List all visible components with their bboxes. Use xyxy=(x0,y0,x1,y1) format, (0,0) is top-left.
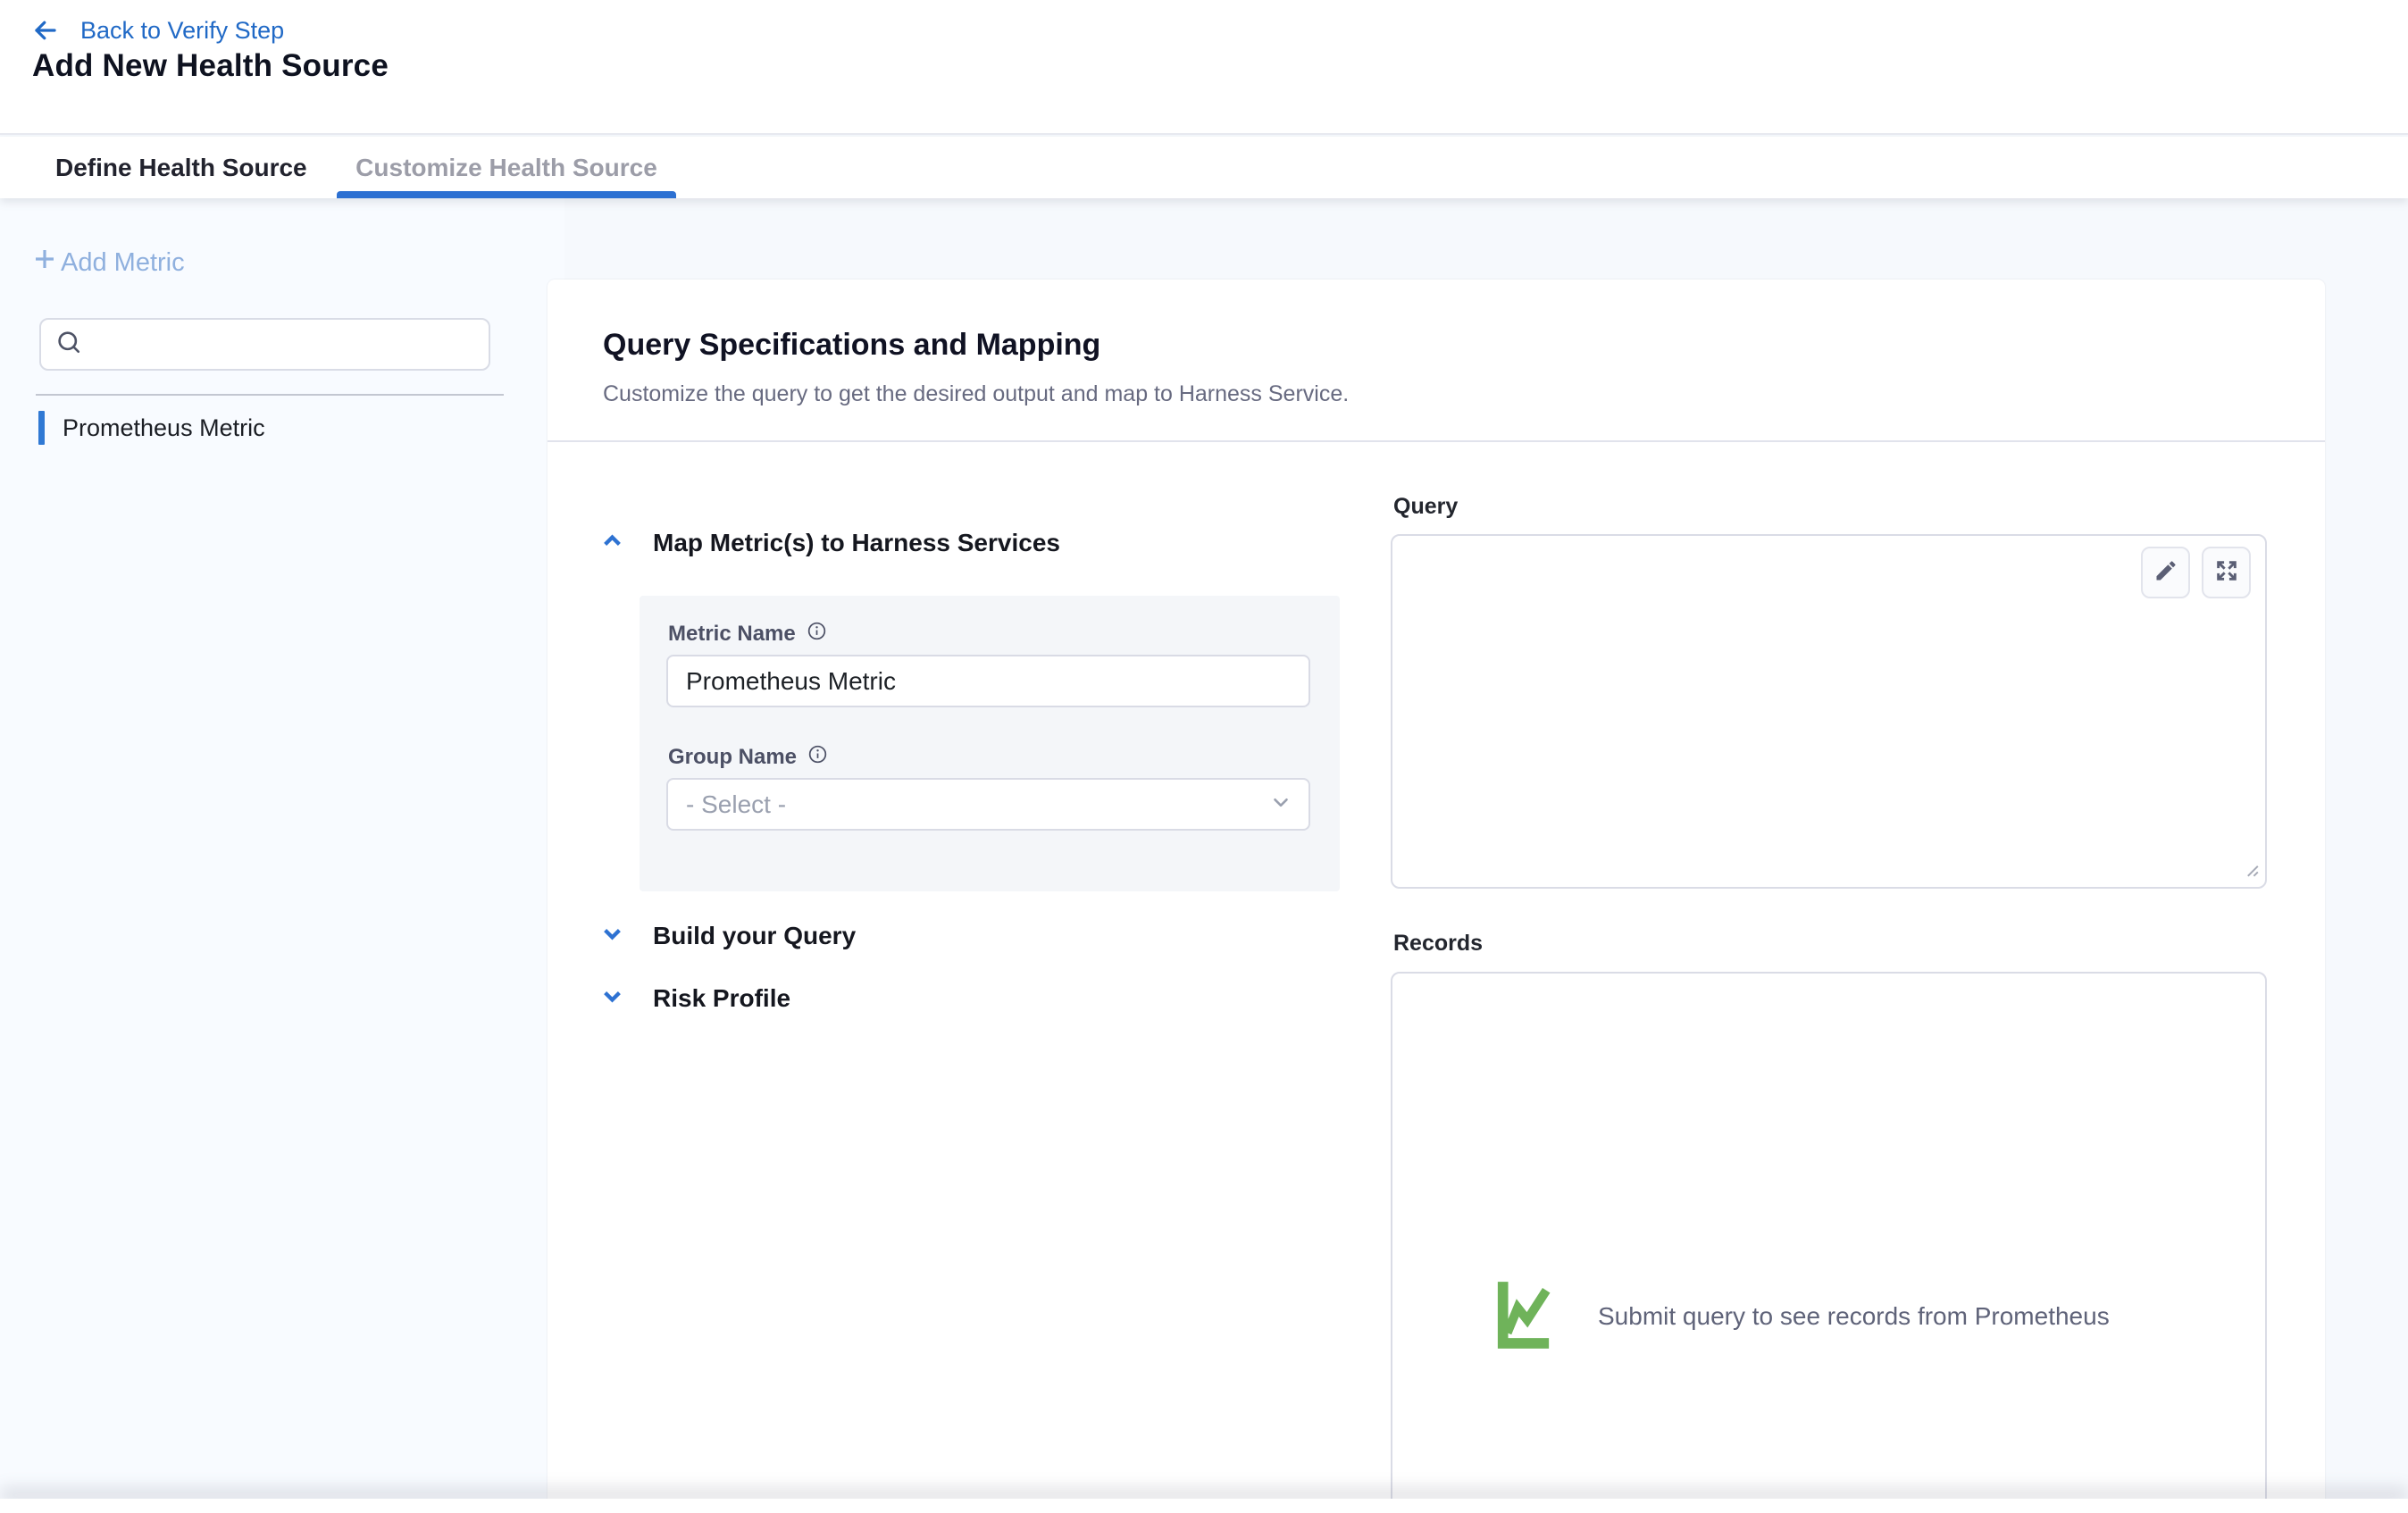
metric-name-label-text: Metric Name xyxy=(668,622,796,647)
chevron-down-icon xyxy=(600,984,624,1013)
fullscreen-arrows-icon xyxy=(2214,558,2239,588)
sidebar-divider xyxy=(36,394,504,396)
section-risk-profile[interactable]: Risk Profile xyxy=(600,983,790,1014)
line-chart-icon xyxy=(1494,1277,1553,1355)
section-map-metrics[interactable]: Map Metric(s) to Harness Services xyxy=(600,528,1060,558)
card-title: Query Specifications and Mapping xyxy=(603,328,1100,363)
section-build-query-label: Build your Query xyxy=(653,922,856,950)
metric-list-item[interactable]: Prometheus Metric xyxy=(38,411,265,445)
section-build-query[interactable]: Build your Query xyxy=(600,921,856,951)
bottom-bar xyxy=(0,1499,2408,1513)
group-name-label: Group Name xyxy=(668,744,828,771)
records-empty-state: Submit query to see records from Prometh… xyxy=(1494,1277,2110,1355)
edit-query-button[interactable] xyxy=(2141,547,2190,598)
group-name-label-text: Group Name xyxy=(668,745,797,770)
arrow-left-icon xyxy=(32,17,59,44)
chevron-down-icon xyxy=(600,922,624,950)
info-icon xyxy=(807,621,827,648)
content-area: Add Metric Prometheus Metric Query Speci… xyxy=(0,198,2408,1513)
group-name-select[interactable]: - Select - xyxy=(666,778,1310,831)
tab-customize-health-source[interactable]: Customize Health Source xyxy=(337,137,676,198)
metric-name-input[interactable] xyxy=(666,655,1310,707)
back-link-label: Back to Verify Step xyxy=(80,17,284,45)
metric-name-label: Metric Name xyxy=(668,621,827,648)
add-metric-button[interactable]: Add Metric xyxy=(32,247,185,279)
expand-query-button[interactable] xyxy=(2202,547,2251,598)
chevron-down-icon xyxy=(1269,790,1292,818)
page-title: Add New Health Source xyxy=(32,48,389,84)
query-textarea[interactable] xyxy=(1391,534,2267,889)
active-tab-underline xyxy=(337,191,676,198)
app-header: Back to Verify Step Add New Health Sourc… xyxy=(0,0,2408,135)
records-panel: Submit query to see records from Prometh… xyxy=(1391,972,2267,1513)
card-header-divider xyxy=(548,440,2325,442)
main-card: Query Specifications and Mapping Customi… xyxy=(548,280,2325,1513)
records-empty-text: Submit query to see records from Prometh… xyxy=(1598,1302,2110,1331)
metric-mapping-panel: Metric Name Group Name - Select - xyxy=(640,596,1340,891)
screen: Back to Verify Step Add New Health Sourc… xyxy=(0,0,2408,1513)
section-risk-profile-label: Risk Profile xyxy=(653,984,790,1013)
records-label: Records xyxy=(1393,931,1483,957)
tab-define-health-source[interactable]: Define Health Source xyxy=(55,137,307,198)
selected-indicator xyxy=(38,411,45,445)
back-link[interactable]: Back to Verify Step xyxy=(32,13,284,48)
query-label: Query xyxy=(1393,494,1458,520)
info-icon xyxy=(807,744,828,771)
resize-grip-icon[interactable] xyxy=(2240,858,2260,882)
search-icon xyxy=(55,329,82,360)
tabbar: Define Health Source Customize Health So… xyxy=(0,137,2408,198)
plus-icon xyxy=(32,247,57,279)
add-metric-label: Add Metric xyxy=(61,248,185,278)
pencil-icon xyxy=(2153,558,2178,588)
chevron-up-icon xyxy=(600,529,624,557)
metric-item-label: Prometheus Metric xyxy=(63,414,265,442)
metric-search-box xyxy=(39,318,490,371)
sidebar: Add Metric Prometheus Metric xyxy=(0,198,564,1513)
section-map-metrics-label: Map Metric(s) to Harness Services xyxy=(653,529,1060,557)
card-subtitle: Customize the query to get the desired o… xyxy=(603,381,1349,407)
search-input[interactable] xyxy=(93,330,474,358)
group-name-select-value: - Select - xyxy=(686,790,786,819)
